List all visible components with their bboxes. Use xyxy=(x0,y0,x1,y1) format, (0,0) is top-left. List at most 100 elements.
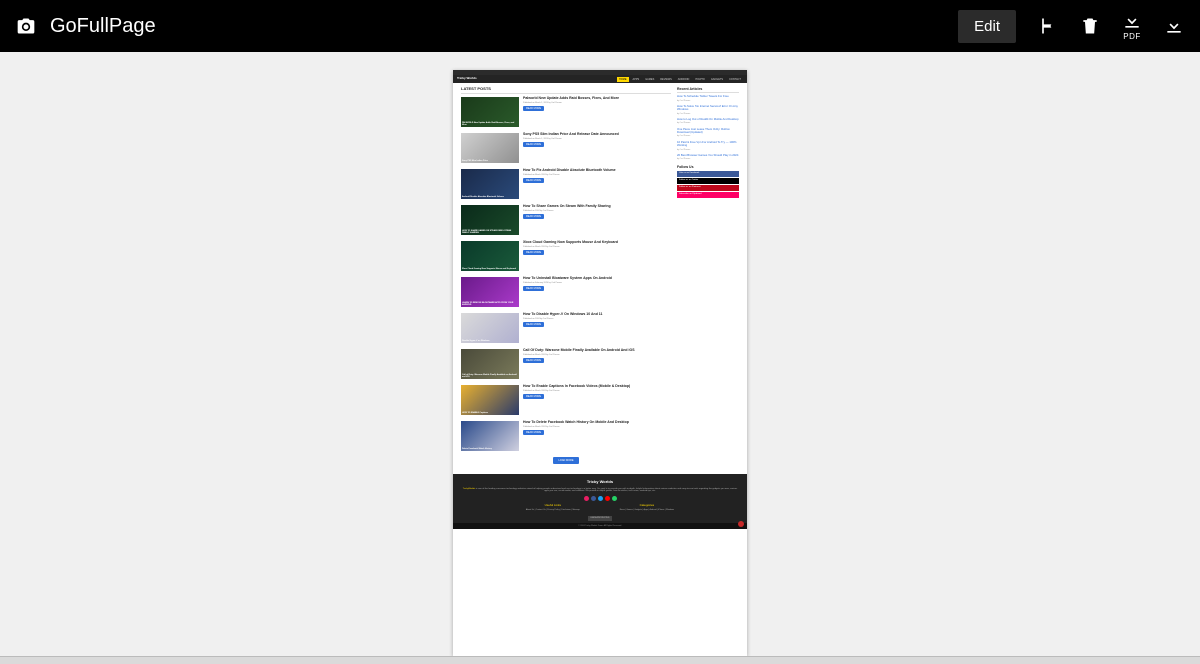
nav-item[interactable]: HOME xyxy=(617,77,629,82)
footer-columns: Useful Links About Us | Contact Us | Pri… xyxy=(461,504,739,511)
thumb-text: LEARN TO REMOVE BLOATWARE APPS FROM YOUR… xyxy=(462,302,518,306)
post-title[interactable]: Xbox Cloud Gaming Now Supports Mouse And… xyxy=(523,241,671,245)
footer-desc-text: is one of the leading consumer technolog… xyxy=(475,488,737,493)
footer-desc: TrickyWorlds is one of the leading consu… xyxy=(461,488,739,494)
social-follow-bar[interactable]: Follow us on Twitter xyxy=(677,178,739,184)
post-meta: Published on March 2024 by Carl Parson xyxy=(523,354,671,356)
social-dot-icon[interactable] xyxy=(605,496,610,501)
footer-logo: Tricky Worlds xyxy=(461,480,739,485)
edit-button[interactable]: Edit xyxy=(958,10,1016,43)
trash-icon[interactable] xyxy=(1080,16,1100,36)
post-thumbnail[interactable]: LEARN TO REMOVE BLOATWARE APPS FROM YOUR… xyxy=(461,277,519,307)
sidebar: Recent Articles How To Schedule Twitter … xyxy=(677,87,739,468)
post-title[interactable]: How To Uninstall Bloatware System Apps O… xyxy=(523,277,671,281)
camera-icon[interactable] xyxy=(16,16,36,36)
recent-article-link[interactable]: How To Schedule Twitter Tweets For Free xyxy=(677,95,739,98)
nav-item[interactable]: ANDROID xyxy=(676,77,692,82)
read-more-button[interactable]: READ MORE xyxy=(523,178,544,183)
flag-icon[interactable] xyxy=(1038,16,1058,36)
post-thumbnail[interactable]: HOW TO ENABLE Captions xyxy=(461,385,519,415)
social-dot-icon[interactable] xyxy=(598,496,603,501)
download-pdf-icon[interactable]: PDF xyxy=(1122,11,1142,41)
read-more-button[interactable]: READ MORE xyxy=(523,430,544,435)
post-title[interactable]: Palworld New Update Adds Raid Bosses, Fi… xyxy=(523,97,671,101)
post-body: How To Disable Hyper-V On Windows 10 And… xyxy=(523,313,671,343)
recent-article-byline: by Carl Parson xyxy=(677,149,739,151)
topbar-right: Edit PDF xyxy=(958,10,1184,43)
post-item: Call of Duty: Warzone Mobile Finally Ava… xyxy=(461,349,671,379)
social-follow-bar[interactable]: Subscribe on Flipboard xyxy=(677,192,739,198)
social-follow-bar[interactable]: Follow us on Pinterest xyxy=(677,185,739,191)
recent-article-link[interactable]: How To Solve 'No Internet Secured' Error… xyxy=(677,105,739,112)
nav-item[interactable]: GADGETS xyxy=(709,77,725,82)
post-thumbnail[interactable]: HOW TO SHARE GAMES ON STEAM USING STEAM … xyxy=(461,205,519,235)
nav-items: HOMEAPPSGAMESREVIEWSANDROIDHOWTOGADGETSC… xyxy=(617,77,743,82)
category-links[interactable]: News | Games | Gadgets | Apps | Android … xyxy=(620,509,674,511)
read-more-button[interactable]: READ MORE xyxy=(523,106,544,111)
nav-item[interactable]: REVIEWS xyxy=(658,77,674,82)
scroll-top-button[interactable] xyxy=(738,521,744,527)
app-title: GoFullPage xyxy=(50,15,156,38)
post-title[interactable]: How To Fix Android Disable Absolute Blue… xyxy=(523,169,671,173)
social-follow-bar[interactable]: Like us on Facebook xyxy=(677,171,739,177)
content-wrap: LATEST POSTS PALWORLD New Update Adds Ra… xyxy=(453,83,747,474)
site-nav: Tricky Worlds HOMEAPPSGAMESREVIEWSANDROI… xyxy=(453,75,747,83)
categories-header: Categories xyxy=(620,504,674,508)
post-body: Xbox Cloud Gaming Now Supports Mouse And… xyxy=(523,241,671,271)
thumb-text: HOW TO SHARE GAMES ON STEAM USING STEAM … xyxy=(462,230,518,234)
post-meta: Published on 2024 by Carl Parson xyxy=(523,210,671,212)
thumb-text: Android Disable Absolute Bluetooth Volum… xyxy=(462,196,518,198)
read-more-button[interactable]: READ MORE xyxy=(523,250,544,255)
useful-links[interactable]: About Us | Contact Us | Privacy Policy |… xyxy=(526,509,580,511)
post-thumbnail[interactable]: Android Disable Absolute Bluetooth Volum… xyxy=(461,169,519,199)
recent-article-byline: by Carl Parson xyxy=(677,122,739,124)
post-body: Sony PS5 Slim Indian Price And Release D… xyxy=(523,133,671,163)
post-title[interactable]: Call Of Duty: Warzone Mobile Finally Ava… xyxy=(523,349,671,353)
read-more-button[interactable]: READ MORE xyxy=(523,322,544,327)
download-image-icon[interactable] xyxy=(1164,16,1184,36)
recent-article-link[interactable]: How to Log Out of Reddit On Mobile And D… xyxy=(677,118,739,121)
load-more-button[interactable]: LOAD MORE xyxy=(553,457,578,464)
read-more-button[interactable]: READ MORE xyxy=(523,142,544,147)
thumb-text: HOW TO ENABLE Captions xyxy=(462,412,518,414)
main-column: LATEST POSTS PALWORLD New Update Adds Ra… xyxy=(461,87,671,468)
social-dot-icon[interactable] xyxy=(591,496,596,501)
nav-item[interactable]: CONTACT xyxy=(727,77,743,82)
post-body: How To Delete Facebook Watch History On … xyxy=(523,421,671,451)
thumb-text: Call of Duty: Warzone Mobile Finally Ava… xyxy=(462,374,518,378)
post-thumbnail[interactable]: Call of Duty: Warzone Mobile Finally Ava… xyxy=(461,349,519,379)
recent-article-link[interactable]: One Piece Just Leave Them Odzy: Roblox D… xyxy=(677,128,739,135)
recent-article-link[interactable]: 20 Best Browser Games You Should Play in… xyxy=(677,154,739,157)
canvas-area[interactable]: Tricky Worlds HOMEAPPSGAMESREVIEWSANDROI… xyxy=(0,52,1200,656)
social-dot-icon[interactable] xyxy=(612,496,617,501)
nav-item[interactable]: GAMES xyxy=(643,77,656,82)
recent-header: Recent Articles xyxy=(677,87,739,93)
social-dot-icon[interactable] xyxy=(584,496,589,501)
post-item: HOW TO SHARE GAMES ON STEAM USING STEAM … xyxy=(461,205,671,235)
os-taskbar xyxy=(0,656,1200,664)
read-more-button[interactable]: READ MORE xyxy=(523,358,544,363)
post-thumbnail[interactable]: PALWORLD New Update Adds Raid Bosses, Fi… xyxy=(461,97,519,127)
nav-item[interactable]: APPS xyxy=(631,77,642,82)
read-more-button[interactable]: READ MORE xyxy=(523,214,544,219)
post-thumbnail[interactable]: Sony PS5 Slim Indian Price xyxy=(461,133,519,163)
post-title[interactable]: How To Enable Captions In Facebook Video… xyxy=(523,385,671,389)
nav-item[interactable]: HOWTO xyxy=(693,77,707,82)
read-more-button[interactable]: READ MORE xyxy=(523,394,544,399)
captured-page: Tricky Worlds HOMEAPPSGAMESREVIEWSANDROI… xyxy=(453,70,747,656)
pdf-label: PDF xyxy=(1123,32,1141,41)
post-thumbnail[interactable]: Delete Facebook Watch History xyxy=(461,421,519,451)
post-thumbnail[interactable]: Xbox Cloud Gaming Now Supports Mouse and… xyxy=(461,241,519,271)
post-meta: Published on February 2024 by Carl Parso… xyxy=(523,282,671,284)
post-body: How To Uninstall Bloatware System Apps O… xyxy=(523,277,671,307)
post-item: PALWORLD New Update Adds Raid Bosses, Fi… xyxy=(461,97,671,127)
post-title[interactable]: How To Disable Hyper-V On Windows 10 And… xyxy=(523,313,671,317)
post-thumbnail[interactable]: Disable Hyper-V on Windows xyxy=(461,313,519,343)
post-meta: Published on March 1, 2024 by Carl Parso… xyxy=(523,138,671,140)
post-title[interactable]: How To Delete Facebook Watch History On … xyxy=(523,421,671,425)
read-more-button[interactable]: READ MORE xyxy=(523,286,544,291)
post-title[interactable]: Sony PS5 Slim Indian Price And Release D… xyxy=(523,133,671,137)
post-title[interactable]: How To Share Games On Steam With Family … xyxy=(523,205,671,209)
post-meta: Published on March 2024 by Carl Parson xyxy=(523,174,671,176)
recent-article-link[interactable]: 10 Paid & Free Vpn For Android To Try — … xyxy=(677,141,739,148)
